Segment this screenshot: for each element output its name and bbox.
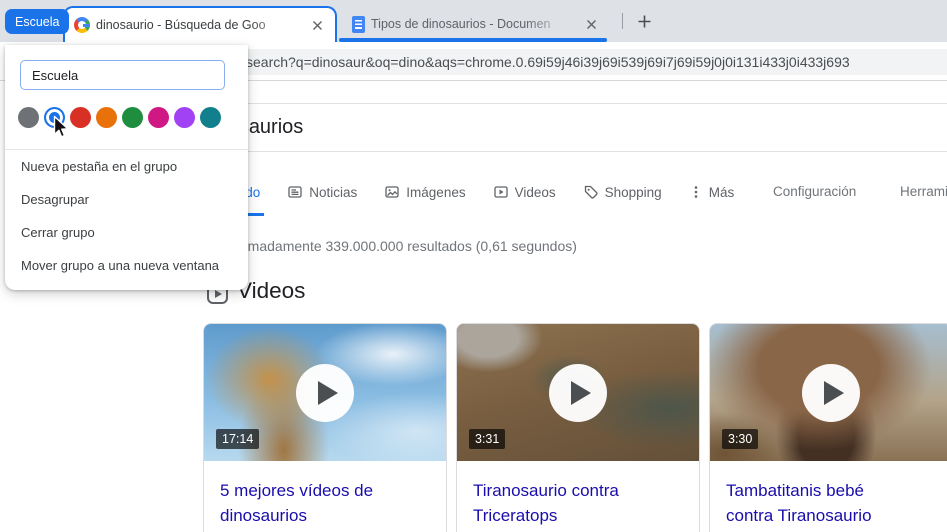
nav-label: Noticias xyxy=(309,184,358,200)
color-swatch-green[interactable] xyxy=(122,107,143,128)
video-card[interactable]: 3:31 Tiranosaurio contra Triceratops xyxy=(456,323,700,532)
tab-group-label: Escuela xyxy=(15,14,60,29)
url-text: search?q=dinosaur&oq=dino&aqs=chrome.0.6… xyxy=(246,54,850,70)
menu-item-move-group-new-window[interactable]: Mover grupo a una nueva ventana xyxy=(5,249,248,282)
menu-item-close-group[interactable]: Cerrar grupo xyxy=(5,216,248,249)
news-icon xyxy=(288,186,302,198)
video-card-body: 5 mejores vídeos de dinosaurios xyxy=(204,461,446,532)
play-button-icon[interactable] xyxy=(549,363,607,422)
tab-strip: Escuela dinosaurio - Búsqueda de Goo Tip… xyxy=(0,0,947,42)
tab-title: dinosaurio - Búsqueda de Goo xyxy=(96,18,266,32)
google-docs-favicon-icon xyxy=(352,15,365,33)
tab-tipos-de-dinosaurios-doc[interactable]: Tipos de dinosaurios - Documen xyxy=(344,8,608,40)
more-vertical-icon xyxy=(694,186,698,198)
tools-link[interactable]: Herramientas xyxy=(900,184,947,199)
video-duration-badge: 3:30 xyxy=(722,429,759,449)
video-thumbnail[interactable]: 3:31 xyxy=(457,324,699,461)
video-cards-row: 17:14 5 mejores vídeos de dinosaurios 3:… xyxy=(203,323,947,532)
tab-mas[interactable]: Más xyxy=(689,184,735,200)
tab-group-chip-escuela[interactable]: Escuela xyxy=(5,9,70,34)
group-name-input[interactable] xyxy=(20,60,225,90)
tab-shopping[interactable]: Shopping xyxy=(583,184,662,200)
tab-group-edit-menu: Nueva pestaña en el grupo Desagrupar Cer… xyxy=(5,45,248,290)
videos-icon xyxy=(493,186,508,198)
video-title-link[interactable]: 5 mejores vídeos de dinosaurios xyxy=(220,478,398,528)
video-title-link[interactable]: Tiranosaurio contra Triceratops xyxy=(473,478,651,528)
video-thumbnail[interactable]: 3:30 xyxy=(710,324,947,461)
video-title-link[interactable]: Tambatitanis bebé contra Tiranosaurio xyxy=(726,478,904,528)
color-swatch-pink[interactable] xyxy=(148,107,169,128)
video-card-body: Tambatitanis bebé contra Tiranosaurio xyxy=(710,461,947,532)
nav-label: Imágenes xyxy=(406,184,466,200)
new-tab-button[interactable] xyxy=(631,8,658,35)
tab-imagenes[interactable]: Imágenes xyxy=(384,184,466,200)
address-bar[interactable]: search?q=dinosaur&oq=dino&aqs=chrome.0.6… xyxy=(228,49,947,75)
color-swatch-purple[interactable] xyxy=(174,107,195,128)
mouse-cursor xyxy=(49,114,73,145)
video-thumbnail[interactable]: 17:14 xyxy=(204,324,446,461)
color-swatch-red[interactable] xyxy=(70,107,91,128)
menu-item-new-tab-in-group[interactable]: Nueva pestaña en el grupo xyxy=(5,150,248,183)
play-button-icon[interactable] xyxy=(802,363,860,422)
close-icon[interactable] xyxy=(582,15,600,33)
nav-label: Videos xyxy=(514,184,556,200)
browser-window: Escuela dinosaurio - Búsqueda de Goo Tip… xyxy=(0,0,947,532)
video-duration-badge: 3:31 xyxy=(469,429,506,449)
tab-videos[interactable]: Videos xyxy=(493,184,556,200)
close-icon[interactable] xyxy=(308,16,326,34)
video-card[interactable]: 3:30 Tambatitanis bebé contra Tiranosaur… xyxy=(709,323,947,532)
color-swatch-cyan[interactable] xyxy=(200,107,221,128)
color-swatch-grey[interactable] xyxy=(18,107,39,128)
tab-title: Tipos de dinosaurios - Documen xyxy=(371,17,551,31)
results-stats: Aproximadamente 339.000.000 resultados (… xyxy=(208,238,577,254)
serp-nav-tabs: Todo Noticias Imágenes Videos Shopping M… xyxy=(231,184,761,200)
images-icon xyxy=(385,186,399,198)
tab-separator xyxy=(622,13,623,29)
video-card-body: Tiranosaurio contra Triceratops xyxy=(457,461,699,532)
menu-item-ungroup[interactable]: Desagrupar xyxy=(5,183,248,216)
shopping-tag-icon xyxy=(584,185,598,199)
tab-dinosaurio-search[interactable]: dinosaurio - Búsqueda de Goo xyxy=(63,6,337,42)
search-input[interactable]: dinosaurios xyxy=(181,103,947,152)
settings-link[interactable]: Configuración xyxy=(773,184,856,199)
play-button-icon[interactable] xyxy=(296,363,354,422)
tab-noticias[interactable]: Noticias xyxy=(287,184,357,200)
nav-label: Más xyxy=(708,184,735,200)
video-duration-badge: 17:14 xyxy=(216,429,260,449)
nav-label: Shopping xyxy=(604,184,662,200)
video-card[interactable]: 17:14 5 mejores vídeos de dinosaurios xyxy=(203,323,447,532)
google-favicon-icon xyxy=(74,17,90,33)
color-swatch-orange[interactable] xyxy=(96,107,117,128)
